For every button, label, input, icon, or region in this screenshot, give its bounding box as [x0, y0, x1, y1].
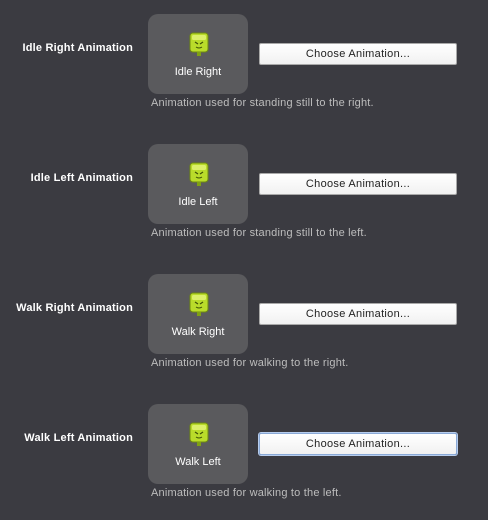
row-label: Walk Right Animation: [16, 302, 133, 314]
animation-thumbnail[interactable]: Walk Left: [148, 404, 248, 484]
character-sprite-icon: [189, 292, 209, 316]
row-description: Animation used for walking to the left.: [151, 487, 342, 499]
choose-animation-button[interactable]: Choose Animation...: [259, 433, 457, 455]
animation-row-walk-left: Walk Left Animation Walk Left Choose Ani…: [0, 390, 488, 520]
row-label: Idle Right Animation: [22, 42, 133, 54]
character-sprite-icon: [189, 32, 209, 56]
row-label: Idle Left Animation: [30, 172, 133, 184]
thumbnail-label: Walk Right: [171, 326, 225, 338]
row-description: Animation used for standing still to the…: [151, 97, 374, 109]
thumbnail-label: Idle Left: [178, 196, 218, 208]
choose-animation-button[interactable]: Choose Animation...: [259, 173, 457, 195]
row-description: Animation used for walking to the right.: [151, 357, 349, 369]
animation-thumbnail[interactable]: Idle Right: [148, 14, 248, 94]
row-label: Walk Left Animation: [24, 432, 133, 444]
choose-animation-button[interactable]: Choose Animation...: [259, 303, 457, 325]
animation-row-walk-right: Walk Right Animation Walk Right Choose A…: [0, 260, 488, 390]
thumbnail-label: Walk Left: [175, 456, 221, 468]
animation-thumbnail[interactable]: Idle Left: [148, 144, 248, 224]
choose-animation-button[interactable]: Choose Animation...: [259, 43, 457, 65]
animation-row-idle-right: Idle Right Animation Idle Right Choose A…: [0, 0, 488, 130]
thumbnail-label: Idle Right: [174, 66, 222, 78]
animation-thumbnail[interactable]: Walk Right: [148, 274, 248, 354]
animation-row-idle-left: Idle Left Animation Idle Left Choose Ani…: [0, 130, 488, 260]
character-sprite-icon: [189, 422, 209, 446]
row-description: Animation used for standing still to the…: [151, 227, 367, 239]
character-sprite-icon: [189, 162, 209, 186]
